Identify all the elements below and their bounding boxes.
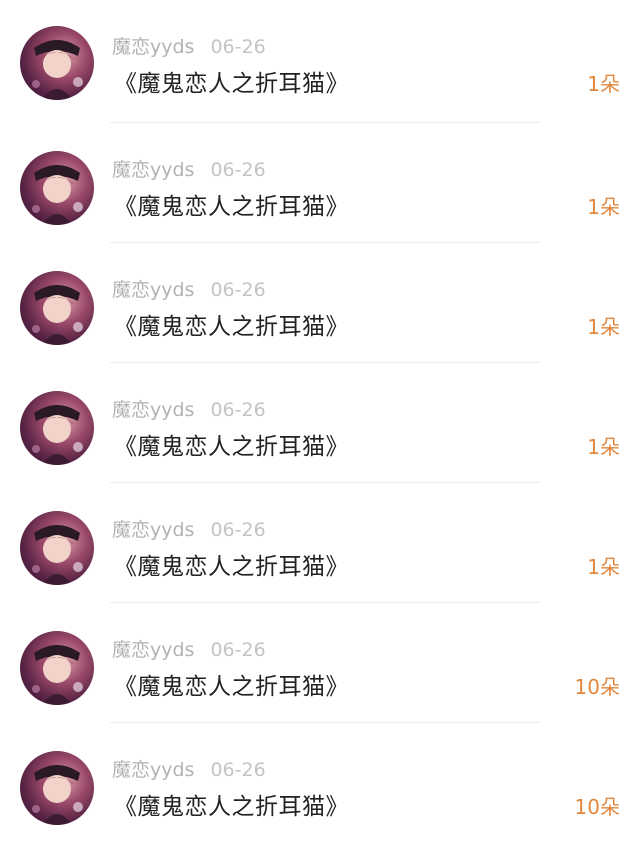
list-item[interactable]: 魔恋yyds 06-26 《魔鬼恋人之折耳猫》 10朵 (0, 603, 640, 723)
record-date: 06-26 (210, 279, 266, 301)
gift-count: 10朵 (574, 795, 620, 819)
username[interactable]: 魔恋yyds (112, 399, 194, 421)
record-meta: 魔恋yyds 06-26 (112, 755, 266, 782)
gift-title: 《魔鬼恋人之折耳猫》 (114, 194, 349, 220)
avatar[interactable] (20, 26, 94, 100)
record-meta: 魔恋yyds 06-26 (112, 155, 266, 182)
list-item[interactable]: 魔恋yyds 06-26 《魔鬼恋人之折耳猫》 1朵 (0, 123, 640, 243)
record-date: 06-26 (210, 159, 266, 181)
username[interactable]: 魔恋yyds (112, 639, 194, 661)
gift-count: 1朵 (587, 435, 620, 459)
gift-title: 《魔鬼恋人之折耳猫》 (114, 434, 349, 460)
username[interactable]: 魔恋yyds (112, 279, 194, 301)
list-item[interactable]: 魔恋yyds 06-26 《魔鬼恋人之折耳猫》 1朵 (0, 363, 640, 483)
avatar[interactable] (20, 631, 94, 705)
record-date: 06-26 (210, 759, 266, 781)
gift-count: 1朵 (587, 195, 620, 219)
avatar[interactable] (20, 151, 94, 225)
list-item[interactable]: 魔恋yyds 06-26 《魔鬼恋人之折耳猫》 1朵 (0, 483, 640, 603)
list-item[interactable]: 魔恋yyds 06-26 《魔鬼恋人之折耳猫》 10朵 (0, 723, 640, 843)
gift-record-list: 魔恋yyds 06-26 《魔鬼恋人之折耳猫》 1朵 魔恋yyds 06-26 《魔… (0, 0, 640, 853)
record-meta: 魔恋yyds 06-26 (112, 395, 266, 422)
gift-title: 《魔鬼恋人之折耳猫》 (114, 554, 349, 580)
record-date: 06-26 (210, 36, 266, 58)
avatar[interactable] (20, 751, 94, 825)
gift-count: 1朵 (587, 315, 620, 339)
username[interactable]: 魔恋yyds (112, 159, 194, 181)
gift-title: 《魔鬼恋人之折耳猫》 (114, 314, 349, 340)
gift-count: 10朵 (574, 675, 620, 699)
list-item[interactable]: 魔恋yyds 06-26 《魔鬼恋人之折耳猫》 1朵 (0, 243, 640, 363)
list-item[interactable]: 魔恋yyds 06-26 《魔鬼恋人之折耳猫》 1朵 (0, 0, 640, 123)
record-date: 06-26 (210, 399, 266, 421)
record-meta: 魔恋yyds 06-26 (112, 515, 266, 542)
avatar[interactable] (20, 391, 94, 465)
username[interactable]: 魔恋yyds (112, 759, 194, 781)
record-meta: 魔恋yyds 06-26 (112, 275, 266, 302)
username[interactable]: 魔恋yyds (112, 36, 194, 58)
record-meta: 魔恋yyds 06-26 (112, 635, 266, 662)
avatar[interactable] (20, 271, 94, 345)
record-date: 06-26 (210, 519, 266, 541)
gift-count: 1朵 (587, 72, 620, 96)
gift-title: 《魔鬼恋人之折耳猫》 (114, 71, 349, 97)
username[interactable]: 魔恋yyds (112, 519, 194, 541)
avatar[interactable] (20, 511, 94, 585)
record-date: 06-26 (210, 639, 266, 661)
gift-title: 《魔鬼恋人之折耳猫》 (114, 674, 349, 700)
record-meta: 魔恋yyds 06-26 (112, 32, 266, 59)
gift-count: 1朵 (587, 555, 620, 579)
gift-title: 《魔鬼恋人之折耳猫》 (114, 794, 349, 820)
